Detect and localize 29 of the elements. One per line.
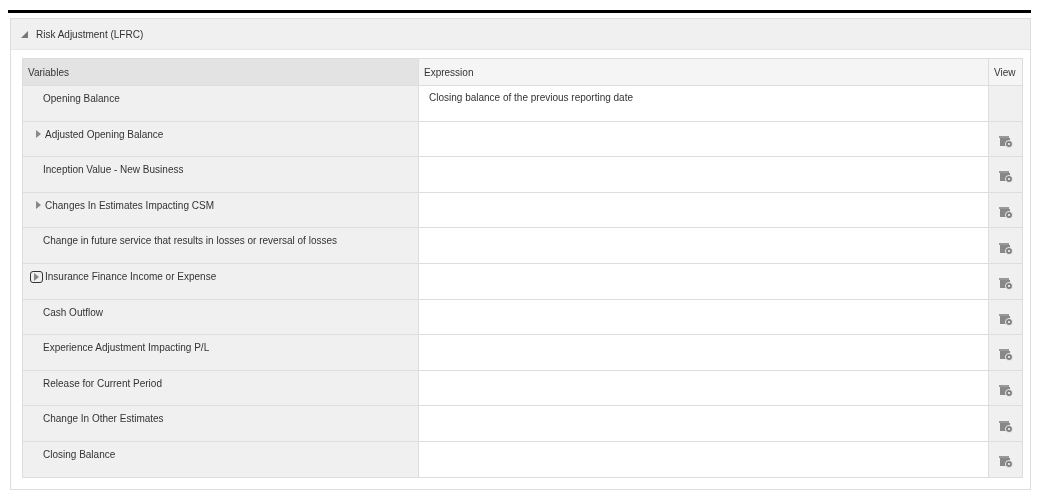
view-icon[interactable] [998,349,1013,362]
view-icon[interactable] [998,278,1013,291]
panel-title: Risk Adjustment (LFRC) [36,28,144,40]
variable-name: Change in future service that results in losses or reversal of losses [43,235,338,247]
variable-name: Changes In Estimates Impacting CSM [45,199,214,211]
panel-header[interactable]: Risk Adjustment (LFRC) [11,19,1030,50]
variable-name: Opening Balance [43,93,120,104]
variable-name: Inception Value - New Business [43,164,184,176]
column-header: View [988,58,1023,86]
view-icon[interactable] [998,385,1013,398]
variable-name: Insurance Finance Income or Expense [45,271,217,283]
variable-name: Change In Other Estimates [43,413,164,425]
variable-name: Adjusted Opening Balance [45,128,164,140]
collapse-icon[interactable] [21,30,28,38]
view-icon[interactable] [998,171,1013,184]
view-icon[interactable] [998,207,1013,220]
view-icon[interactable] [998,135,1013,148]
view-icon[interactable] [998,313,1013,326]
variable-name: Closing Balance [43,448,116,460]
view-icon[interactable] [998,242,1013,255]
expression-text: Closing balance of the previous reporting date [428,91,634,103]
expand-icon[interactable] [30,270,43,283]
variable-name: Experience Adjustment Impacting P/L [43,342,210,354]
variable-name: Cash Outflow [43,306,104,318]
column-header: Variables [22,58,419,86]
view-icon[interactable] [998,420,1013,433]
column-header: Expression [418,58,989,86]
view-icon[interactable] [998,456,1013,469]
variable-name: Release for Current Period [43,377,162,389]
